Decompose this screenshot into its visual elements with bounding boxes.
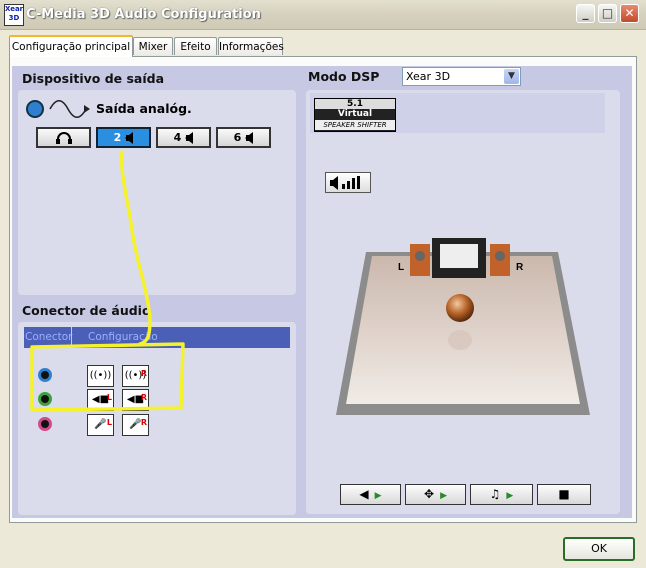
chevron-down-icon: ▼ [504, 69, 519, 84]
play-icon: ▶ [374, 491, 382, 501]
play-move-test-button[interactable]: ✥ ▶ [405, 484, 466, 505]
play-icon: ▶ [440, 491, 447, 501]
play-speaker-test-button[interactable]: ◀ ▶ [340, 484, 401, 505]
play-icon: ▶ [506, 491, 514, 501]
play-music-test-button[interactable]: ♫ ▶ [470, 484, 533, 505]
stop-button[interactable]: ■ [537, 484, 591, 505]
move-icon: ✥ [424, 487, 435, 501]
stop-icon: ■ [558, 487, 570, 501]
volume-level-button[interactable] [325, 172, 371, 193]
dsp-mode-select[interactable]: Xear 3D ▼ [402, 67, 521, 86]
listener-sphere[interactable] [446, 294, 474, 322]
tab-main-config[interactable]: Configuração principal [9, 35, 133, 57]
ok-button[interactable]: OK [563, 537, 635, 561]
dsp-mode-value: Xear 3D [406, 70, 451, 83]
music-note-icon: ♫ [489, 487, 501, 501]
speaker-icon: ◀ [359, 487, 369, 501]
virtual-speaker-shifter-badge[interactable]: 5.1 Virtual SPEAKER SHIFTER [314, 98, 396, 132]
virtual-room-3d-view[interactable]: L R [330, 230, 595, 420]
left-speaker-label: L [398, 262, 404, 273]
right-speaker-label: R [516, 262, 524, 273]
dsp-mode-title: Modo DSP [308, 69, 380, 84]
volume-icon [330, 176, 360, 190]
